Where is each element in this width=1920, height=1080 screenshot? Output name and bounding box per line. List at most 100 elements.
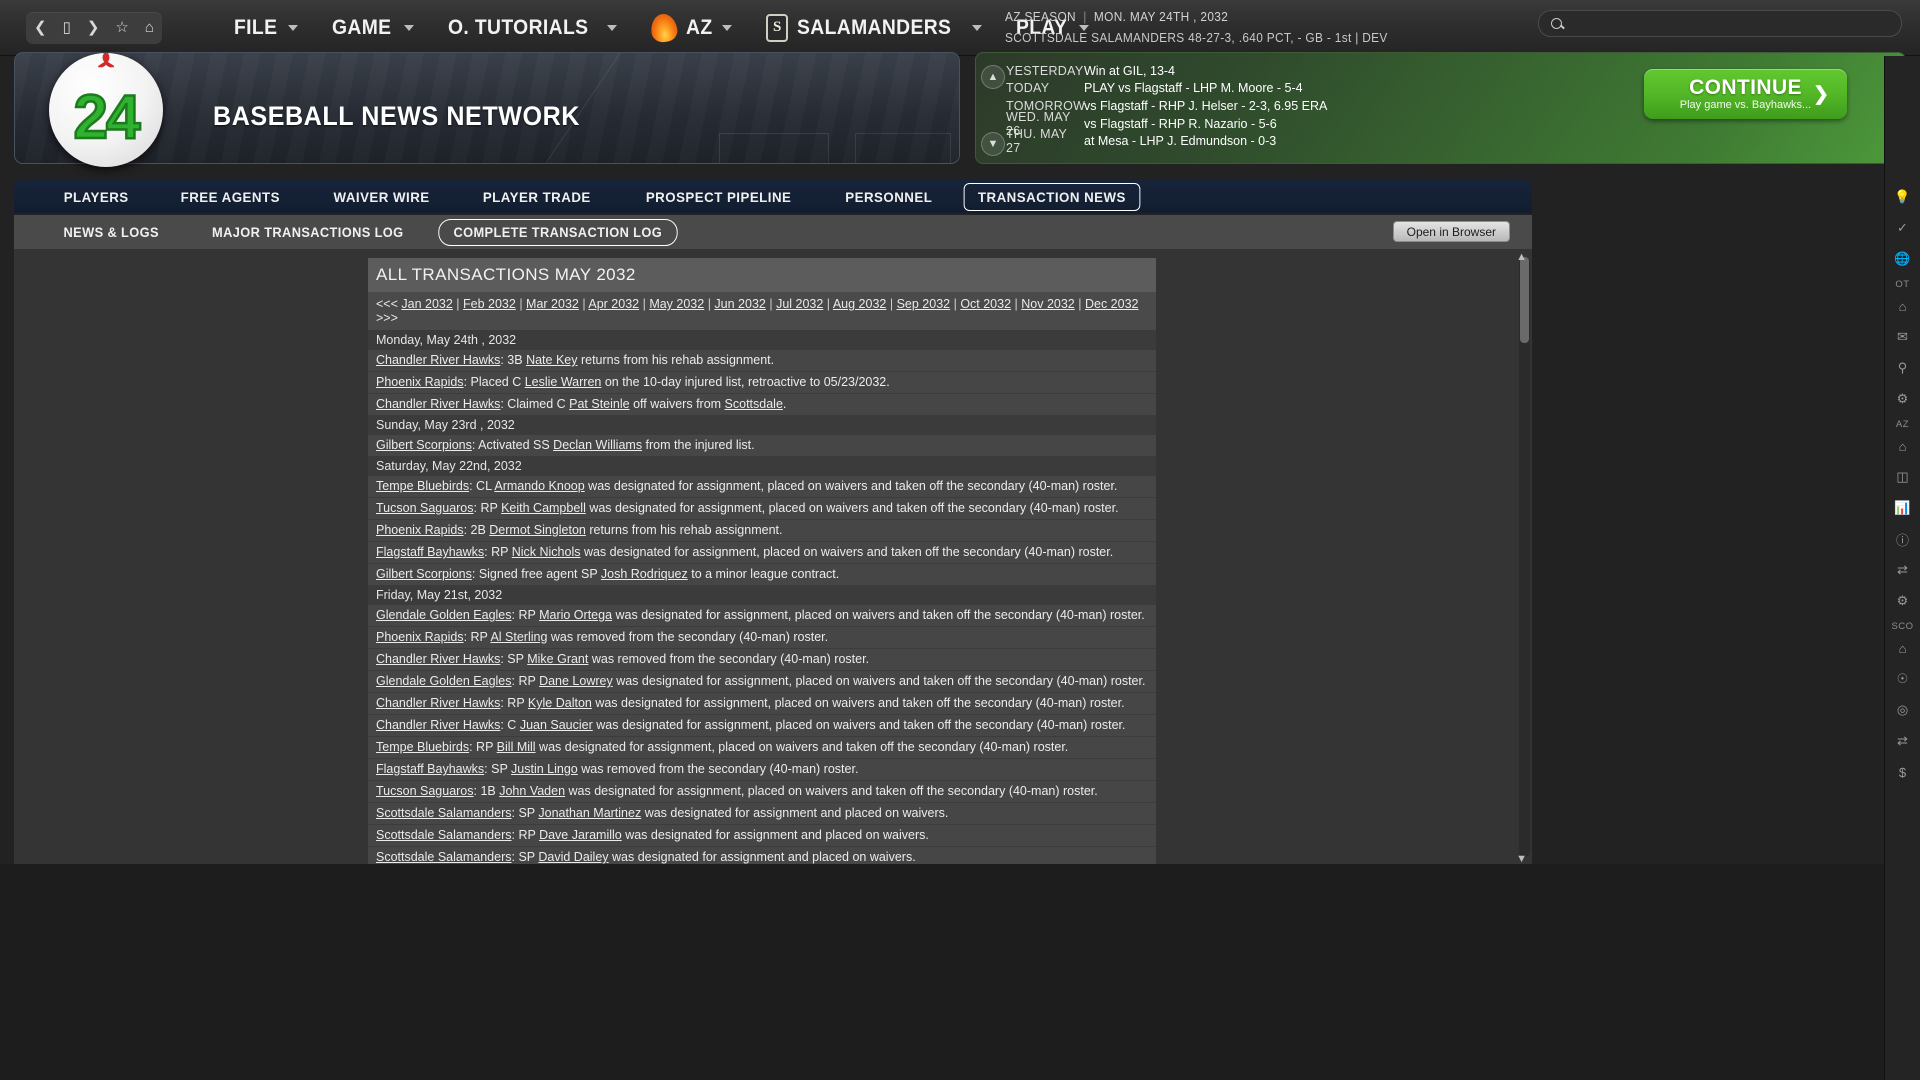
entity-link[interactable]: Flagstaff Bayhawks bbox=[376, 762, 484, 776]
menu-game[interactable]: GAME bbox=[315, 0, 431, 56]
entity-link[interactable]: Chandler River Hawks bbox=[376, 718, 500, 732]
entity-link[interactable]: Flagstaff Bayhawks bbox=[376, 545, 484, 559]
menu-league-az[interactable]: AZ bbox=[634, 0, 749, 56]
entity-link[interactable]: Josh Rodriquez bbox=[601, 567, 688, 581]
entity-link[interactable]: Leslie Warren bbox=[525, 375, 602, 389]
subtab-news-logs[interactable]: NEWS & LOGS bbox=[42, 225, 181, 240]
home-icon[interactable]: ⌂ bbox=[145, 20, 154, 35]
entity-link[interactable]: Al Sterling bbox=[490, 630, 547, 644]
entity-link[interactable]: Dave Jaramillo bbox=[539, 828, 622, 842]
entity-link[interactable]: Declan Williams bbox=[553, 438, 642, 452]
month-link-may-2032[interactable]: May 2032 bbox=[649, 297, 704, 311]
entity-link[interactable]: Nick Nichols bbox=[512, 545, 581, 559]
month-link-sep-2032[interactable]: Sep 2032 bbox=[897, 297, 951, 311]
month-link-aug-2032[interactable]: Aug 2032 bbox=[833, 297, 887, 311]
transfer-icon[interactable]: ⇄ bbox=[1892, 730, 1914, 752]
month-link-oct-2032[interactable]: Oct 2032 bbox=[960, 297, 1011, 311]
schedule-scroll-up-button[interactable]: ▲ bbox=[981, 65, 1005, 89]
entity-link[interactable]: Gilbert Scorpions bbox=[376, 438, 472, 452]
content-scrollbar[interactable]: ▲ ▼ bbox=[1516, 251, 1530, 864]
entity-link[interactable]: Scottsdale Salamanders bbox=[376, 828, 512, 842]
month-link-feb-2032[interactable]: Feb 2032 bbox=[463, 297, 516, 311]
entity-link[interactable]: Phoenix Rapids bbox=[376, 375, 464, 389]
entity-link[interactable]: Chandler River Hawks bbox=[376, 397, 500, 411]
subtab-complete-transaction-log[interactable]: COMPLETE TRANSACTION LOG bbox=[438, 218, 678, 246]
entity-link[interactable]: Tucson Saguaros bbox=[376, 784, 474, 798]
entity-link[interactable]: Dane Lowrey bbox=[539, 674, 613, 688]
entity-link[interactable]: Chandler River Hawks bbox=[376, 652, 500, 666]
menu-file[interactable]: FILE bbox=[217, 0, 315, 56]
entity-link[interactable]: Mike Grant bbox=[527, 652, 588, 666]
subtab-major-transactions-log[interactable]: MAJOR TRANSACTIONS LOG bbox=[191, 225, 426, 240]
chart-icon[interactable]: 📊 bbox=[1892, 497, 1914, 519]
entity-link[interactable]: Scottsdale bbox=[725, 397, 783, 411]
entity-link[interactable]: Justin Lingo bbox=[511, 762, 578, 776]
entity-link[interactable]: Tempe Bluebirds bbox=[376, 479, 469, 493]
tab-icon[interactable]: ▯ bbox=[63, 20, 71, 35]
entity-link[interactable]: Juan Saucier bbox=[520, 718, 593, 732]
entity-link[interactable]: Mario Ortega bbox=[539, 608, 612, 622]
search-icon[interactable]: ⚲ bbox=[1892, 357, 1914, 379]
home-icon[interactable]: ⌂ bbox=[1892, 637, 1914, 659]
star-icon[interactable]: ☆ bbox=[115, 20, 128, 35]
entity-link[interactable]: Gilbert Scorpions bbox=[376, 567, 472, 581]
month-link-mar-2032[interactable]: Mar 2032 bbox=[526, 297, 579, 311]
month-link-jun-2032[interactable]: Jun 2032 bbox=[714, 297, 765, 311]
schedule-row[interactable]: YESTERDAY Win at GIL, 13-4 bbox=[1006, 62, 1327, 80]
entity-link[interactable]: Jonathan Martinez bbox=[538, 806, 641, 820]
schedule-scroll-down-button[interactable]: ▼ bbox=[981, 132, 1005, 156]
card-icon[interactable]: ◫ bbox=[1892, 466, 1914, 488]
search-box[interactable] bbox=[1538, 10, 1902, 37]
entity-link[interactable]: Glendale Golden Eagles bbox=[376, 674, 512, 688]
mail-icon[interactable]: ✉ bbox=[1892, 326, 1914, 348]
entity-link[interactable]: David Dailey bbox=[538, 850, 608, 864]
entity-link[interactable]: Bill Mill bbox=[497, 740, 536, 754]
month-link-jan-2032[interactable]: Jan 2032 bbox=[401, 297, 452, 311]
entity-link[interactable]: Nate Key bbox=[526, 353, 577, 367]
entity-link[interactable]: Dermot Singleton bbox=[489, 523, 586, 537]
month-link-apr-2032[interactable]: Apr 2032 bbox=[588, 297, 639, 311]
month-link-dec-2032[interactable]: Dec 2032 bbox=[1085, 297, 1139, 311]
forward-icon[interactable]: ❯ bbox=[87, 20, 100, 35]
scroll-up-icon[interactable]: ▲ bbox=[1516, 251, 1527, 263]
gear-icon[interactable]: ⚙ bbox=[1892, 388, 1914, 410]
entity-link[interactable]: Phoenix Rapids bbox=[376, 630, 464, 644]
tab-player-trade[interactable]: PLAYER TRADE bbox=[460, 189, 614, 205]
entity-link[interactable]: Keith Campbell bbox=[501, 501, 586, 515]
schedule-row[interactable]: THU. MAY 27 at Mesa - LHP J. Edmundson -… bbox=[1006, 127, 1327, 155]
month-nav-prev[interactable]: <<< bbox=[376, 297, 401, 311]
tab-free-agents[interactable]: FREE AGENTS bbox=[158, 189, 303, 205]
tab-transaction-news[interactable]: TRANSACTION NEWS bbox=[963, 182, 1140, 211]
entity-link[interactable]: Scottsdale Salamanders bbox=[376, 806, 512, 820]
entity-link[interactable]: Glendale Golden Eagles bbox=[376, 608, 512, 622]
tab-players[interactable]: PLAYERS bbox=[41, 189, 152, 205]
info-icon[interactable]: ⓘ bbox=[1892, 528, 1914, 550]
entity-link[interactable]: Chandler River Hawks bbox=[376, 696, 500, 710]
entity-link[interactable]: John Vaden bbox=[499, 784, 565, 798]
entity-link[interactable]: Kyle Dalton bbox=[528, 696, 592, 710]
menu-tutorials[interactable]: O. TUTORIALS bbox=[431, 0, 635, 56]
lightbulb-icon[interactable]: 💡 bbox=[1892, 186, 1914, 208]
roster-icon[interactable]: ☉ bbox=[1892, 668, 1914, 690]
scroll-down-icon[interactable]: ▼ bbox=[1516, 853, 1527, 864]
check-icon[interactable]: ✓ bbox=[1892, 217, 1914, 239]
month-link-nov-2032[interactable]: Nov 2032 bbox=[1021, 297, 1075, 311]
globe-icon[interactable]: 🌐 bbox=[1892, 248, 1914, 270]
finance-icon[interactable]: $ bbox=[1892, 761, 1914, 783]
entity-link[interactable]: Pat Steinle bbox=[569, 397, 629, 411]
search-input[interactable] bbox=[1570, 16, 1870, 31]
home-icon[interactable]: ⌂ bbox=[1892, 435, 1914, 457]
entity-link[interactable]: Tempe Bluebirds bbox=[376, 740, 469, 754]
settings-icon[interactable]: ⚙ bbox=[1892, 590, 1914, 612]
entity-link[interactable]: Scottsdale Salamanders bbox=[376, 850, 512, 864]
scrollbar-thumb[interactable] bbox=[1520, 257, 1529, 343]
entity-link[interactable]: Phoenix Rapids bbox=[376, 523, 464, 537]
continue-button[interactable]: CONTINUE Play game vs. Bayhawks... ❯ bbox=[1644, 69, 1847, 119]
back-icon[interactable]: ❮ bbox=[34, 20, 47, 35]
entity-link[interactable]: Chandler River Hawks bbox=[376, 353, 500, 367]
month-nav-next[interactable]: >>> bbox=[376, 311, 398, 325]
tab-prospect-pipeline[interactable]: PROSPECT PIPELINE bbox=[623, 189, 814, 205]
home-icon[interactable]: ⌂ bbox=[1892, 295, 1914, 317]
location-icon[interactable]: ◎ bbox=[1892, 699, 1914, 721]
open-in-browser-button[interactable]: Open in Browser bbox=[1392, 221, 1510, 242]
